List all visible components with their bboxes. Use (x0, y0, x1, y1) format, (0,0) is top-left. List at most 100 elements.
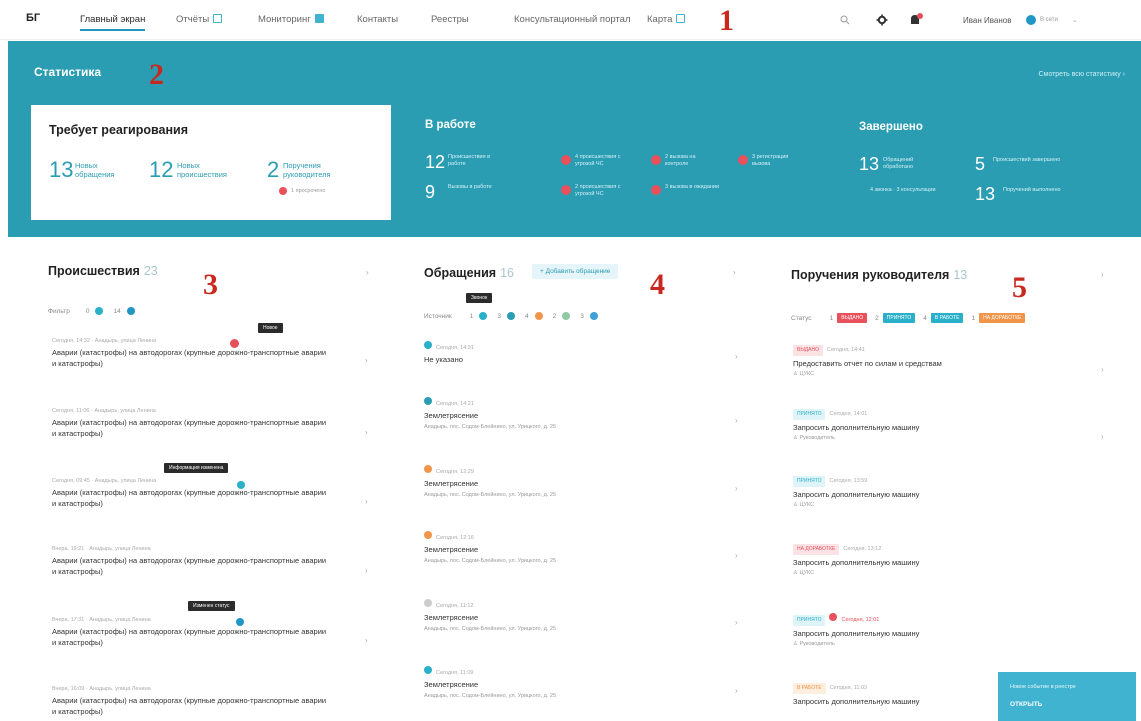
requests-filter[interactable]: Источник 1 3 4 2 3 (424, 312, 604, 320)
incident-item[interactable]: Сегодня, 09:45 · Анадырь, улица Ленина Ав… (52, 478, 332, 509)
incidents-title[interactable]: Происшествия 23 (48, 264, 158, 278)
requests-processed-count[interactable]: 13 (859, 155, 879, 173)
incident-item[interactable]: Сегодня, 11:06 · Анадырь, улица Ленина Ав… (52, 408, 332, 439)
user-name[interactable]: Иван Иванов (963, 0, 1011, 40)
add-request-button[interactable]: + Добавить обращение (532, 264, 619, 279)
chevron-right-icon[interactable]: › (365, 356, 368, 365)
nav-registries[interactable]: Реестры (431, 14, 469, 25)
incident-item[interactable]: Вчера, 16:09 · Анадырь, улица Ленина Авар… (52, 686, 332, 717)
requests-chevron-icon[interactable]: › (733, 268, 736, 277)
request-item[interactable]: Сегодня, 11:12 Землетрясение Анадырь, пос… (424, 599, 704, 633)
filter-dot-icon (95, 307, 104, 315)
chevron-right-icon[interactable]: › (365, 428, 368, 437)
nav-map[interactable]: Карта (647, 14, 686, 25)
work-tag[interactable]: 2 происшествия с угрозой ЧС (575, 184, 630, 198)
status-icon (236, 618, 244, 626)
nav-consult-portal[interactable]: Консультационный портал (514, 14, 631, 25)
filter-dot-icon (126, 307, 135, 315)
chevron-right-icon[interactable]: › (1101, 432, 1104, 441)
order-item[interactable]: ВЫДАНО Сегодня, 14:41 Предоставить отчет … (793, 345, 1073, 378)
order-item[interactable]: ПРИНЯТО Сегодня, 12:01 Запросить дополнит… (793, 613, 1073, 648)
new-requests-count[interactable]: 13 (49, 159, 73, 181)
top-navigation: БГ Главный экран Отчёты Мониторинг Конта… (0, 0, 1141, 40)
requires-reaction-title: Требует реагирования (49, 123, 189, 137)
incidents-in-work-count[interactable]: 12 (425, 153, 445, 171)
incidents-in-work-label: Происшествия в работе (448, 154, 491, 168)
calls-in-work-label: Вызовы в работе (448, 184, 492, 190)
statistics-panel: Статистика Смотреть всю статистику › Тре… (8, 41, 1141, 237)
request-item[interactable]: Сегодня, 12:16 Землетрясение Анадырь, пос… (424, 531, 704, 565)
work-tag[interactable]: 3 вызова в ожидании (665, 184, 720, 191)
chevron-right-icon[interactable]: › (735, 484, 738, 493)
new-incidents-count[interactable]: 12 (149, 159, 173, 181)
annotation-marker-5: 5 (1012, 271, 1027, 304)
chevron-right-icon[interactable]: › (735, 686, 738, 695)
completed-title: Завершено (859, 121, 923, 133)
chevron-right-icon[interactable]: › (735, 352, 738, 361)
incidents-done-count[interactable]: 5 (975, 155, 985, 173)
nav-monitoring[interactable]: Мониторинг (258, 14, 324, 25)
nav-main-screen[interactable]: Главный экран (80, 14, 146, 31)
order-item[interactable]: В РАБОТЕ Сегодня, 11:03 Запросить дополни… (793, 683, 993, 707)
annotation-marker-3: 3 (203, 268, 218, 301)
info-icon (237, 481, 245, 489)
incidents-filter[interactable]: Фильтр 0 14 (48, 307, 141, 315)
incident-item[interactable]: Сегодня, 14:32 · Анадырь, улица Ленина Ав… (52, 338, 332, 369)
chevron-right-icon[interactable]: › (365, 497, 368, 506)
chevron-right-icon[interactable]: › (365, 636, 368, 645)
nav-contacts[interactable]: Контакты (357, 14, 398, 25)
work-tag[interactable]: 3 регистрация вызова (752, 154, 807, 168)
order-item[interactable]: ПРИНЯТО Сегодня, 13:59 Запросить дополнит… (793, 476, 1073, 509)
phone-icon (424, 341, 432, 349)
chevron-right-icon[interactable]: › (1101, 365, 1104, 374)
all-statistics-link[interactable]: Смотреть всю статистику › (1038, 71, 1125, 78)
map-icon (676, 14, 686, 23)
requests-processed-label: Обращений обработано (883, 157, 914, 171)
chevron-right-icon[interactable]: › (365, 566, 368, 575)
chevron-right-icon[interactable]: › (735, 618, 738, 627)
source-dot-icon (507, 312, 515, 320)
register-dot-icon (738, 155, 748, 165)
status-dot-icon (1026, 15, 1036, 25)
annotation-marker-1: 1 (719, 4, 734, 37)
nav-reports[interactable]: Отчёты (176, 14, 223, 25)
source-dot-icon (534, 312, 543, 320)
chevron-right-icon[interactable]: › (735, 416, 738, 425)
request-item[interactable]: Сегодня, 14:31 Не указано (424, 341, 704, 366)
request-item[interactable]: Сегодня, 12:29 Землетрясение Анадырь, пос… (424, 465, 704, 499)
user-status[interactable]: В сети ⌄ (1026, 0, 1078, 40)
request-item[interactable]: Сегодня, 14:21 Землетрясение Анадырь, пос… (424, 397, 704, 431)
overdue-icon (829, 613, 838, 621)
open-button[interactable]: ОТКРЫТЬ (1010, 701, 1042, 708)
tooltip: Звонок (466, 293, 493, 303)
notifications-bell-icon[interactable] (908, 0, 924, 40)
requests-title[interactable]: Обращения 16 (424, 266, 514, 280)
orders-done-count[interactable]: 13 (975, 185, 995, 203)
chevron-down-icon: ⌄ (1071, 17, 1078, 24)
source-dot-icon (562, 312, 571, 320)
orders-title[interactable]: Поручения руководителя 13 (791, 268, 967, 282)
request-item[interactable]: Сегодня, 11:09 Землетрясение Анадырь, пос… (424, 666, 704, 700)
annotation-marker-4: 4 (650, 268, 665, 301)
chevron-right-icon[interactable]: › (735, 551, 738, 560)
new-incidents-label: Новых происшествия (177, 161, 227, 179)
incident-item[interactable]: Вчера, 17:31 · Анадырь, улица Ленина Авар… (52, 617, 332, 648)
order-item[interactable]: НА ДОРАБОТКЕ Сегодня, 13:12 Запросить доп… (793, 544, 1073, 577)
manager-orders-count[interactable]: 2 (267, 159, 279, 181)
orders-chevron-icon[interactable]: › (1101, 270, 1104, 279)
search-icon[interactable] (840, 0, 850, 40)
threat-dot-icon (561, 185, 571, 195)
source-icon (424, 531, 432, 539)
incidents-done-label: Происшествий завершено (993, 157, 1061, 163)
work-tag[interactable]: 2 вызова на контроле (665, 154, 720, 168)
work-tag[interactable]: 4 происшествия с угрозой ЧС (575, 154, 630, 168)
incident-item[interactable]: Вчера, 19:21 · Анадырь, улица Ленина Авар… (52, 546, 332, 577)
app-logo[interactable]: БГ (26, 12, 40, 24)
order-item[interactable]: ПРИНЯТО Сегодня, 14:01 Запросить дополнит… (793, 409, 1073, 442)
calls-in-work-count[interactable]: 9 (425, 183, 435, 201)
gear-icon[interactable] (876, 0, 888, 40)
in-work-title: В работе (425, 119, 476, 131)
orders-filter[interactable]: Статус 1 ВЫДАНО 2 ПРИНЯТО 4В РАБОТЕ 1 НА ДО… (791, 313, 1029, 323)
incidents-chevron-icon[interactable]: › (366, 268, 369, 277)
new-event-notification[interactable]: Новое событие в реестре ОТКРЫТЬ (998, 672, 1136, 721)
